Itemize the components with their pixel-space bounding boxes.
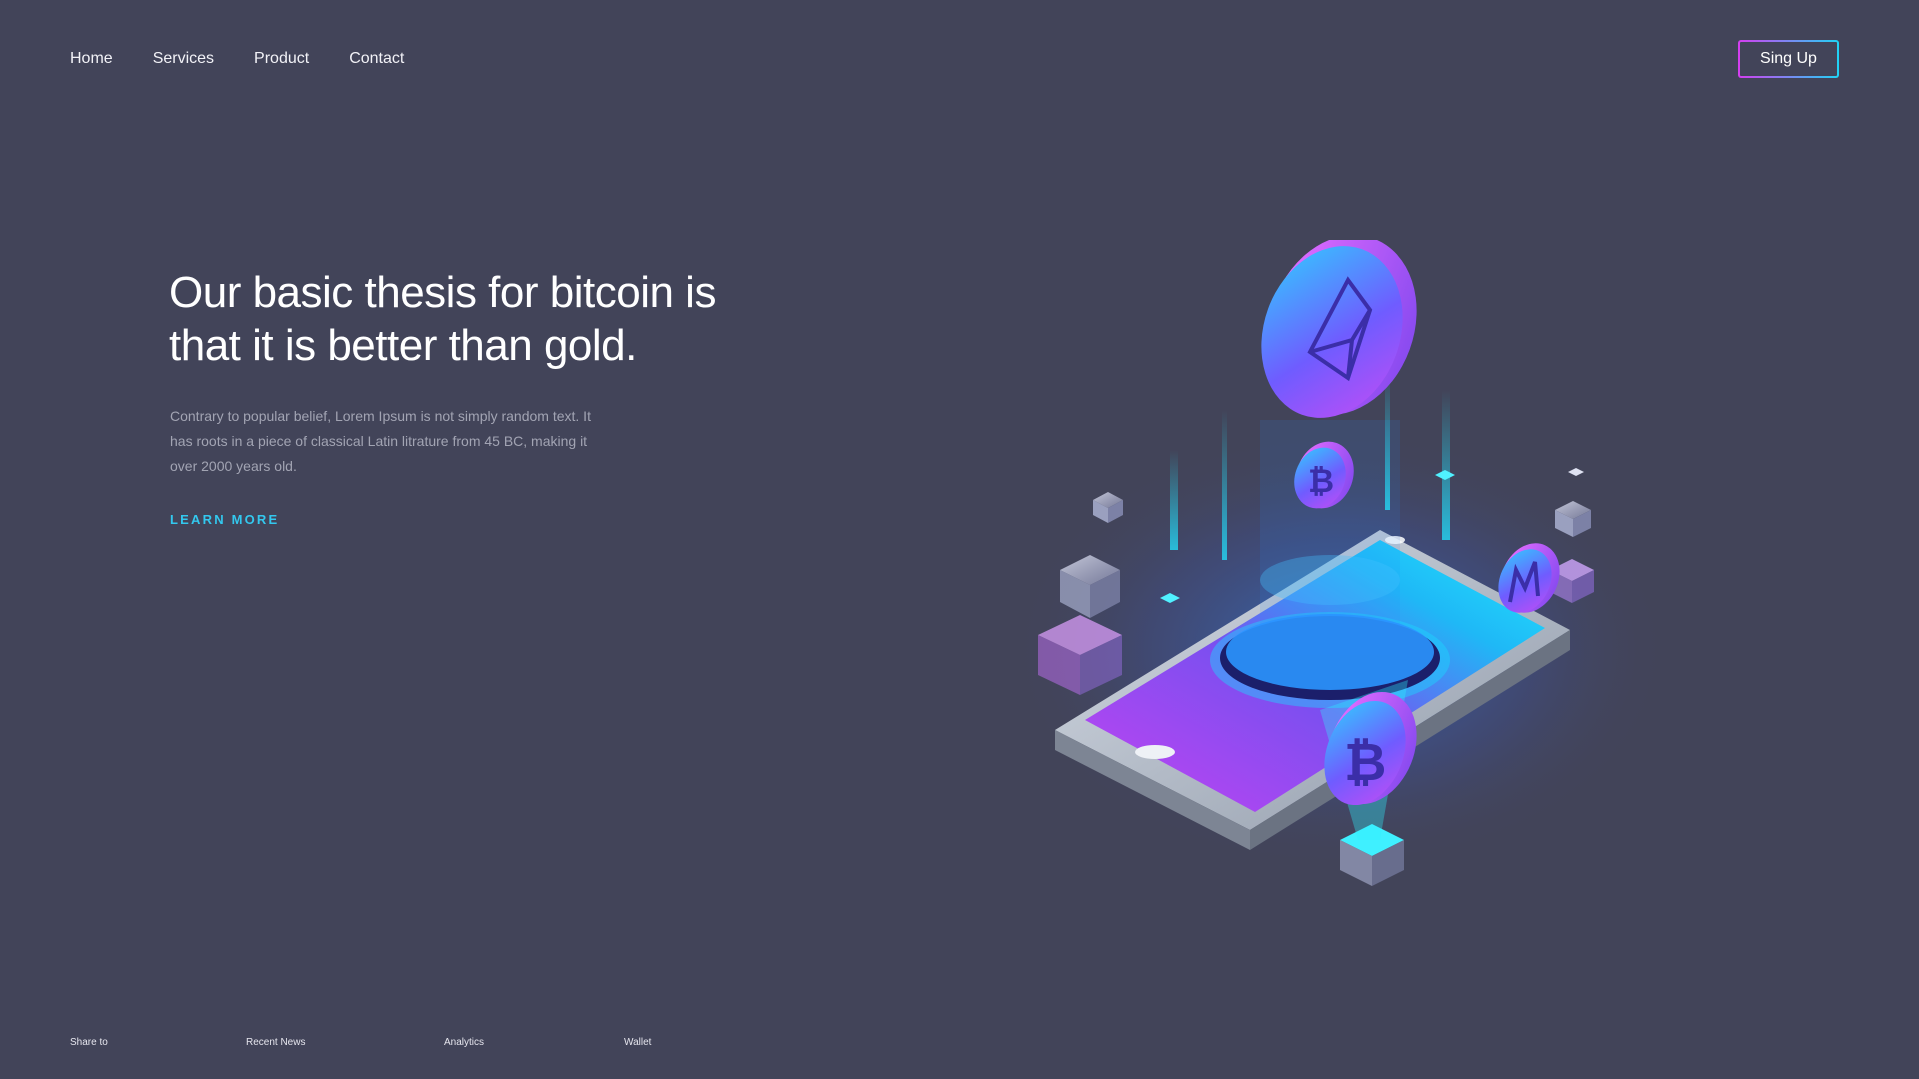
bitcoin-icon: ₿ [1308,462,1334,500]
nav-product-link[interactable]: Product [254,47,309,71]
home-button [1135,745,1175,759]
crypto-phone-illustration-svg: ₿ ₿ [1010,235,1670,886]
nav-home-link[interactable]: Home [70,47,113,71]
footer-wallet-link[interactable]: Wallet [624,1037,651,1048]
hero-title: Our basic thesis for bitcoin is that it … [169,268,716,370]
signup-button[interactable]: Sing Up [1738,40,1839,78]
learn-more-link[interactable]: LEARN MORE [170,512,279,527]
footer-recent-news-link[interactable]: Recent News [246,1037,305,1048]
hero-description: Contrary to popular belief, Lorem Ipsum … [170,408,591,474]
nav-services-link[interactable]: Services [153,47,214,71]
nav-contact-link[interactable]: Contact [349,47,404,71]
footer-analytics-link[interactable]: Analytics [444,1037,484,1048]
crypto-phone-illustration: ₿ ₿ [960,235,1700,920]
footer-share-link[interactable]: Share to [70,1037,108,1048]
main-nav: Home Services Product Contact [70,47,444,71]
bitcoin-icon: ₿ [1344,733,1386,793]
ethereum-coin [1261,235,1417,418]
